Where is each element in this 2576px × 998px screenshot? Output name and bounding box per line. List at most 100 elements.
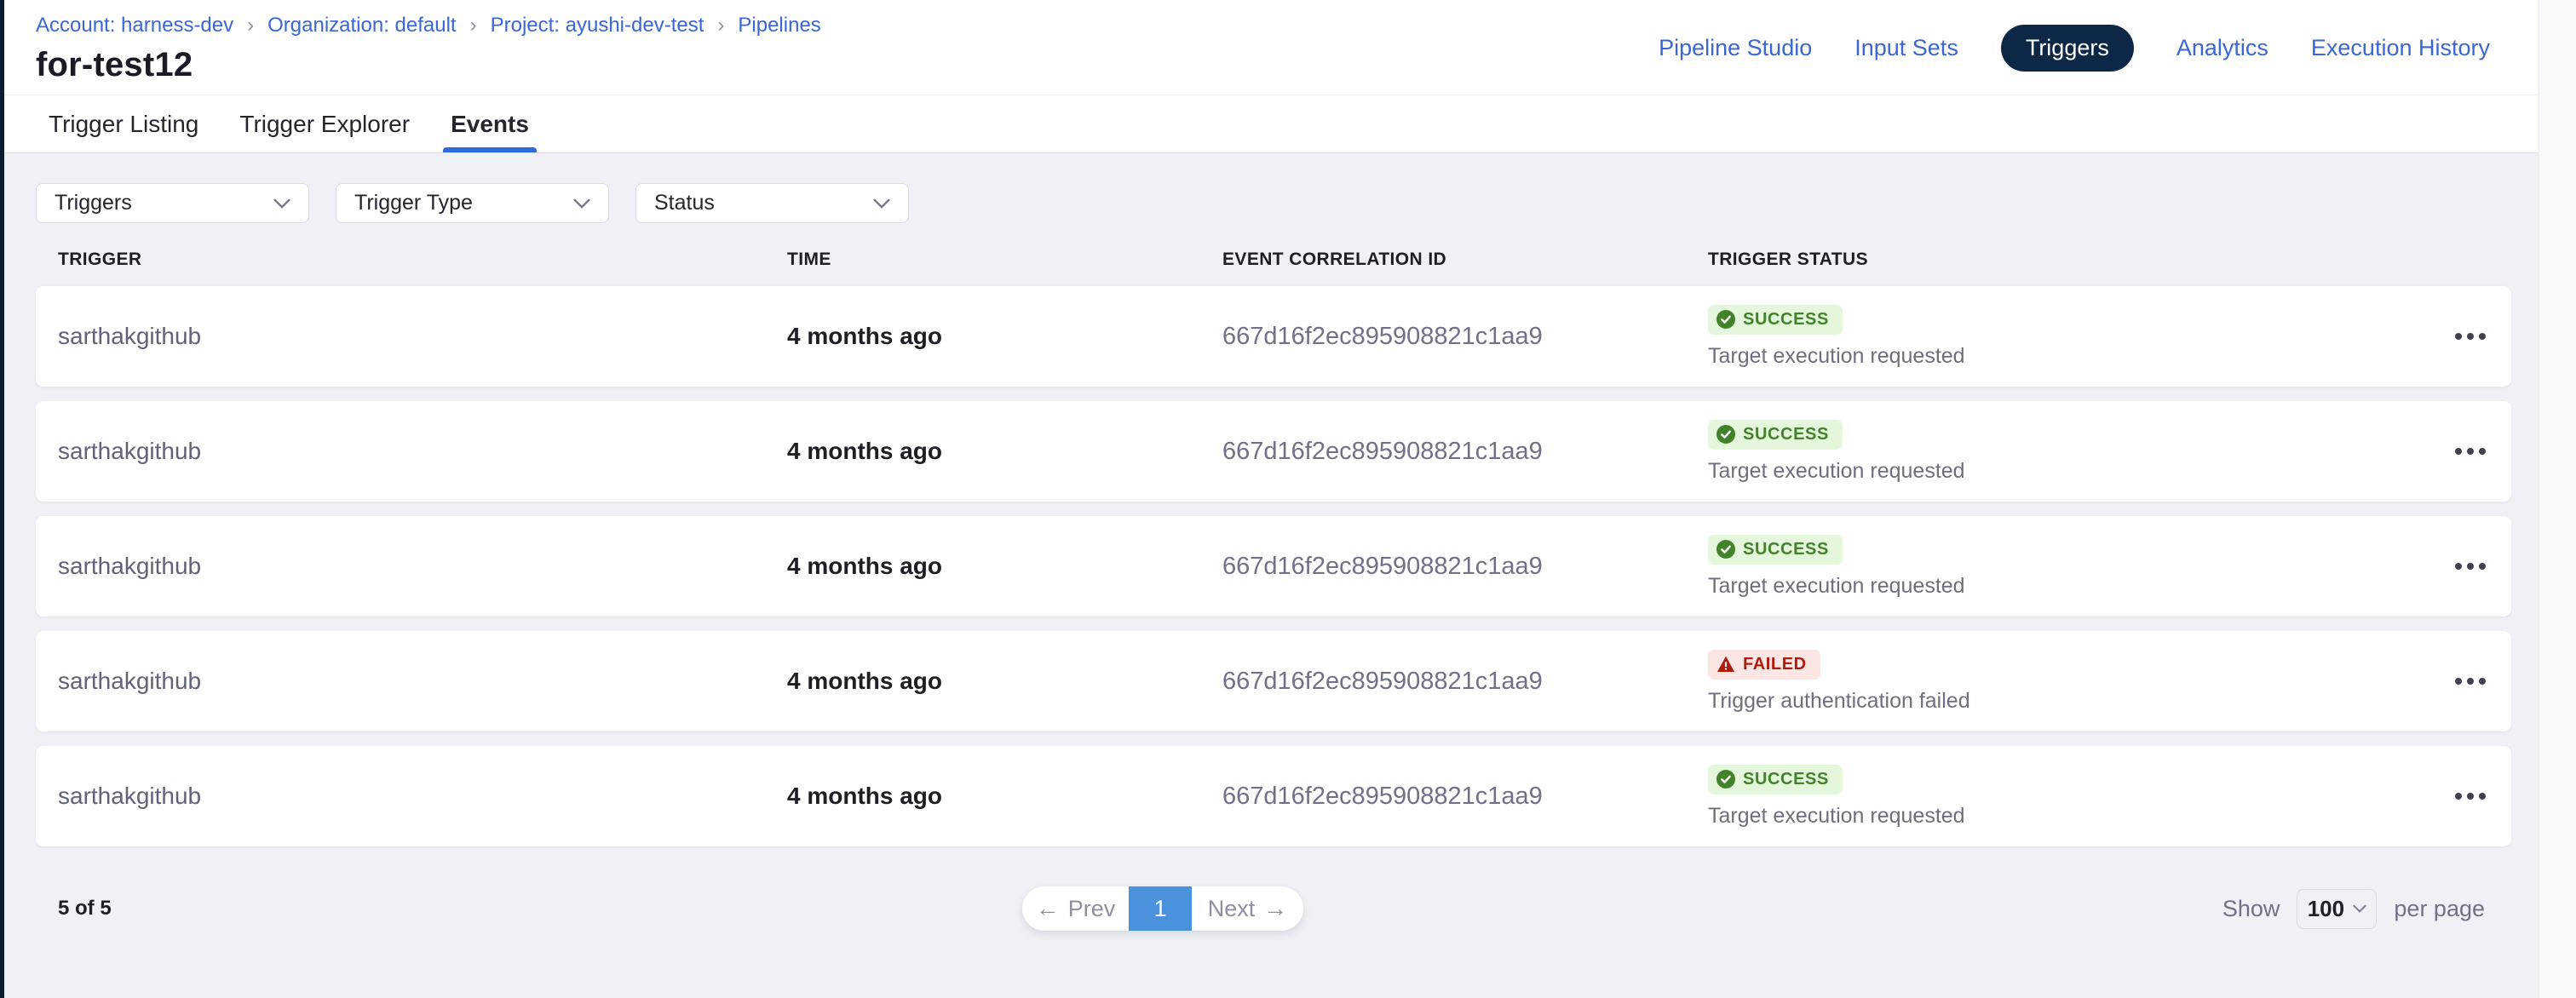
status-badge: SUCCESS <box>1708 420 1843 450</box>
items-count: 5 of 5 <box>58 897 112 921</box>
trigger-name: sarthakgithub <box>58 553 787 580</box>
nav-execution-history[interactable]: Execution History <box>2311 35 2490 61</box>
trigger-status-cell: SUCCESS Target execution requested <box>1708 516 2412 617</box>
page-header: Account: harness-dev › Organization: def… <box>0 0 2576 95</box>
table-row: sarthakgithub 4 months ago 667d16f2ec895… <box>36 286 2511 387</box>
breadcrumb-pipelines-link[interactable]: Pipelines <box>738 14 820 37</box>
table-header-row: TRIGGER TIME EVENT CORRELATION ID TRIGGE… <box>36 249 2511 271</box>
filter-bar: Triggers Trigger Type Status <box>0 153 2576 223</box>
table-row: sarthakgithub 4 months ago 667d16f2ec895… <box>36 401 2511 502</box>
show-label: Show <box>2222 896 2280 922</box>
table-row: sarthakgithub 4 months ago 667d16f2ec895… <box>36 516 2511 617</box>
event-time: 4 months ago <box>787 553 1222 580</box>
breadcrumb-organization-link[interactable]: Organization: default <box>267 14 456 37</box>
tab-events[interactable]: Events <box>446 95 533 152</box>
status-message: Target execution requested <box>1708 574 2412 599</box>
event-correlation-id: 667d16f2ec895908821c1aa9 <box>1222 668 1708 696</box>
table-row: sarthakgithub 4 months ago 667d16f2ec895… <box>36 631 2511 731</box>
chevron-down-icon <box>273 198 290 209</box>
trigger-status-cell: SUCCESS Target execution requested <box>1708 401 2412 502</box>
events-table: sarthakgithub 4 months ago 667d16f2ec895… <box>36 286 2511 846</box>
breadcrumb-project-link[interactable]: Project: ayushi-dev-test <box>491 14 704 37</box>
nav-input-sets[interactable]: Input Sets <box>1854 35 1958 61</box>
check-circle-icon <box>1716 310 1735 329</box>
status-badge-label: FAILED <box>1743 655 1807 674</box>
next-page-button[interactable]: Next → <box>1192 886 1303 931</box>
event-time: 4 months ago <box>787 668 1222 695</box>
tab-trigger-explorer[interactable]: Trigger Explorer <box>235 95 414 152</box>
event-time: 4 months ago <box>787 323 1222 350</box>
nav-analytics[interactable]: Analytics <box>2176 35 2268 61</box>
breadcrumb-separator: › <box>470 14 477 37</box>
chevron-down-icon <box>573 198 590 209</box>
trigger-name: sarthakgithub <box>58 668 787 695</box>
breadcrumb-account-link[interactable]: Account: harness-dev <box>36 14 233 37</box>
check-circle-icon <box>1716 540 1735 559</box>
status-badge-label: SUCCESS <box>1743 425 1829 445</box>
trigger-type-filter-label: Trigger Type <box>354 191 473 215</box>
trigger-status-cell: SUCCESS Target execution requested <box>1708 746 2412 846</box>
events-content: Triggers Trigger Type Status TRIGGER TIM… <box>0 153 2576 998</box>
column-header-time: TIME <box>787 250 1222 270</box>
warning-triangle-icon <box>1716 655 1735 674</box>
event-correlation-id: 667d16f2ec895908821c1aa9 <box>1222 438 1708 466</box>
row-options-menu-button[interactable] <box>2452 784 2489 808</box>
prev-label: Prev <box>1068 896 1116 922</box>
triggers-filter-dropdown[interactable]: Triggers <box>36 183 309 223</box>
breadcrumb-separator: › <box>247 14 254 37</box>
pipeline-nav: Pipeline Studio Input Sets Triggers Anal… <box>1659 0 2490 95</box>
row-options-menu-button[interactable] <box>2452 554 2489 578</box>
collapsed-sidebar-edge <box>0 0 4 998</box>
event-correlation-id: 667d16f2ec895908821c1aa9 <box>1222 323 1708 351</box>
status-filter-dropdown[interactable]: Status <box>635 183 909 223</box>
triggers-filter-label: Triggers <box>55 191 132 215</box>
arrow-right-icon: → <box>1263 897 1287 921</box>
event-correlation-id: 667d16f2ec895908821c1aa9 <box>1222 553 1708 581</box>
page-size-value: 100 <box>2308 896 2344 922</box>
row-options-menu-button[interactable] <box>2452 669 2489 693</box>
column-header-trigger-status: TRIGGER STATUS <box>1708 250 2412 270</box>
per-page-label: per page <box>2394 896 2485 922</box>
scrollbar-gutter[interactable] <box>2539 0 2576 998</box>
prev-page-button[interactable]: ← Prev <box>1022 886 1129 931</box>
event-correlation-id: 667d16f2ec895908821c1aa9 <box>1222 783 1708 811</box>
breadcrumb-separator: › <box>717 14 724 37</box>
pagination-bar: 5 of 5 ← Prev 1 Next → Show 100 per page <box>0 886 2576 931</box>
status-badge: SUCCESS <box>1708 765 1843 794</box>
check-circle-icon <box>1716 770 1735 789</box>
chevron-down-icon <box>873 198 890 209</box>
trigger-type-filter-dropdown[interactable]: Trigger Type <box>336 183 609 223</box>
pagination-pill: ← Prev 1 Next → <box>1022 886 1303 931</box>
status-badge-label: SUCCESS <box>1743 540 1829 559</box>
event-time: 4 months ago <box>787 783 1222 810</box>
status-badge: FAILED <box>1708 650 1820 680</box>
status-message: Target execution requested <box>1708 344 2412 369</box>
nav-pipeline-studio[interactable]: Pipeline Studio <box>1659 35 1812 61</box>
status-badge-label: SUCCESS <box>1743 310 1829 330</box>
nav-triggers[interactable]: Triggers <box>2001 25 2134 72</box>
trigger-name: sarthakgithub <box>58 438 787 465</box>
current-page-button[interactable]: 1 <box>1129 886 1192 931</box>
event-time: 4 months ago <box>787 438 1222 465</box>
status-filter-label: Status <box>654 191 715 215</box>
page-size-dropdown[interactable]: 100 <box>2297 889 2377 929</box>
chevron-down-icon <box>2353 904 2366 913</box>
trigger-name: sarthakgithub <box>58 323 787 350</box>
status-message: Target execution requested <box>1708 459 2412 484</box>
row-options-menu-button[interactable] <box>2452 324 2489 348</box>
status-badge: SUCCESS <box>1708 535 1843 565</box>
status-badge: SUCCESS <box>1708 305 1843 335</box>
check-circle-icon <box>1716 425 1735 444</box>
column-header-event-correlation-id: EVENT CORRELATION ID <box>1222 250 1708 270</box>
column-header-trigger: TRIGGER <box>58 250 787 270</box>
row-options-menu-button[interactable] <box>2452 439 2489 463</box>
table-row: sarthakgithub 4 months ago 667d16f2ec895… <box>36 746 2511 846</box>
status-message: Target execution requested <box>1708 804 2412 829</box>
arrow-left-icon: ← <box>1036 897 1060 921</box>
trigger-name: sarthakgithub <box>58 783 787 810</box>
page-size-control: Show 100 per page <box>2222 886 2485 931</box>
next-label: Next <box>1208 896 1256 922</box>
tab-trigger-listing[interactable]: Trigger Listing <box>44 95 203 152</box>
status-message: Trigger authentication failed <box>1708 689 2412 714</box>
status-badge-label: SUCCESS <box>1743 770 1829 789</box>
